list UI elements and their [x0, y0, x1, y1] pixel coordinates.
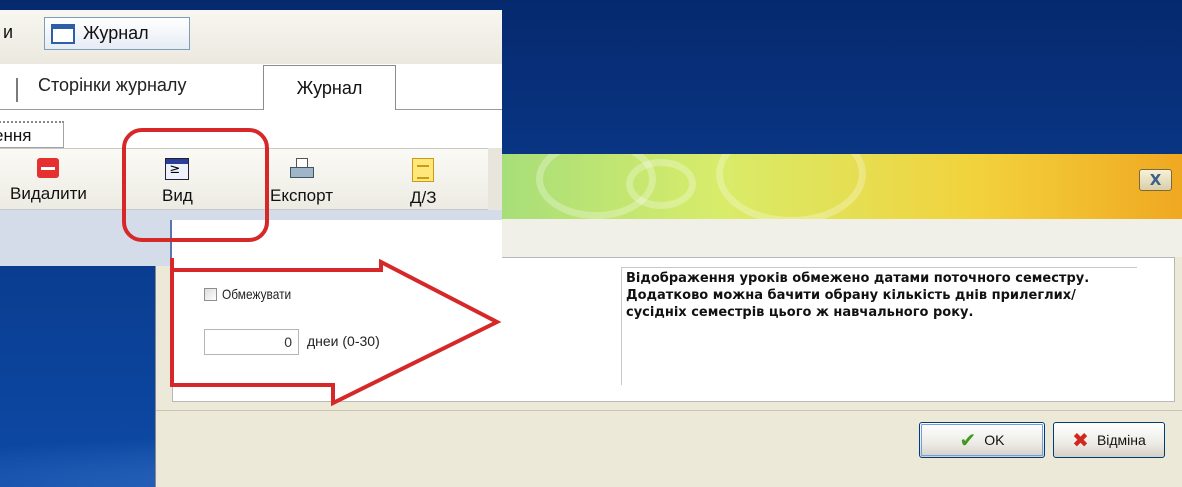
view-button[interactable]: Вид: [162, 158, 193, 206]
journal-window: и Журнал Сторінки журналу Журнал ення Ви…: [0, 10, 502, 266]
view-button-label: Вид: [162, 186, 193, 205]
checkmark-icon: ✔: [959, 428, 977, 452]
journal-window-tab[interactable]: Журнал: [44, 17, 190, 50]
delete-button-label: Видалити: [10, 184, 87, 203]
previous-window-tab-label[interactable]: и: [3, 22, 13, 43]
tab-journal[interactable]: Журнал: [263, 65, 396, 111]
limit-checkbox-row[interactable]: Обмежувати: [204, 285, 303, 303]
homework-button-label: Д/З: [410, 188, 437, 207]
delete-icon: [37, 158, 60, 178]
printer-icon: [289, 158, 314, 180]
export-button[interactable]: Експорт: [270, 158, 333, 206]
journal-content-panel: [170, 220, 502, 266]
view-icon: [165, 158, 190, 180]
homework-button[interactable]: Д/З: [410, 158, 437, 208]
cancel-button-label: Відміна: [1096, 432, 1146, 448]
delete-button[interactable]: Видалити: [10, 158, 87, 204]
info-description: Відображення уроків обмежено датами пото…: [621, 267, 1137, 385]
cross-icon: ✖: [1072, 428, 1089, 452]
limit-checkbox[interactable]: [204, 287, 217, 301]
subtab-strip: [0, 110, 502, 150]
subtab[interactable]: ення: [0, 121, 64, 148]
ok-button-label: OK: [984, 432, 1005, 448]
ok-button[interactable]: ✔ OK: [919, 422, 1045, 458]
tab-journal-pages[interactable]: Сторінки журналу: [38, 75, 186, 96]
button-divider: [156, 410, 1182, 411]
titlebar-ornament: [716, 154, 866, 219]
window-icon: [51, 23, 75, 44]
cancel-button[interactable]: ✖ Відміна: [1053, 422, 1165, 458]
subtab-label: ення: [0, 126, 32, 145]
days-range-label: днеи (0-30): [307, 333, 380, 349]
limit-checkbox-label: Обмежувати: [222, 286, 292, 302]
homework-icon: [412, 158, 435, 182]
titlebar-ornament: [626, 159, 696, 209]
export-button-label: Експорт: [270, 186, 333, 205]
close-icon: X: [1149, 171, 1162, 189]
tab-separator: [16, 78, 18, 102]
close-button[interactable]: X: [1139, 169, 1172, 191]
journal-window-tab-label: Журнал: [83, 23, 149, 43]
days-input[interactable]: [204, 329, 299, 355]
